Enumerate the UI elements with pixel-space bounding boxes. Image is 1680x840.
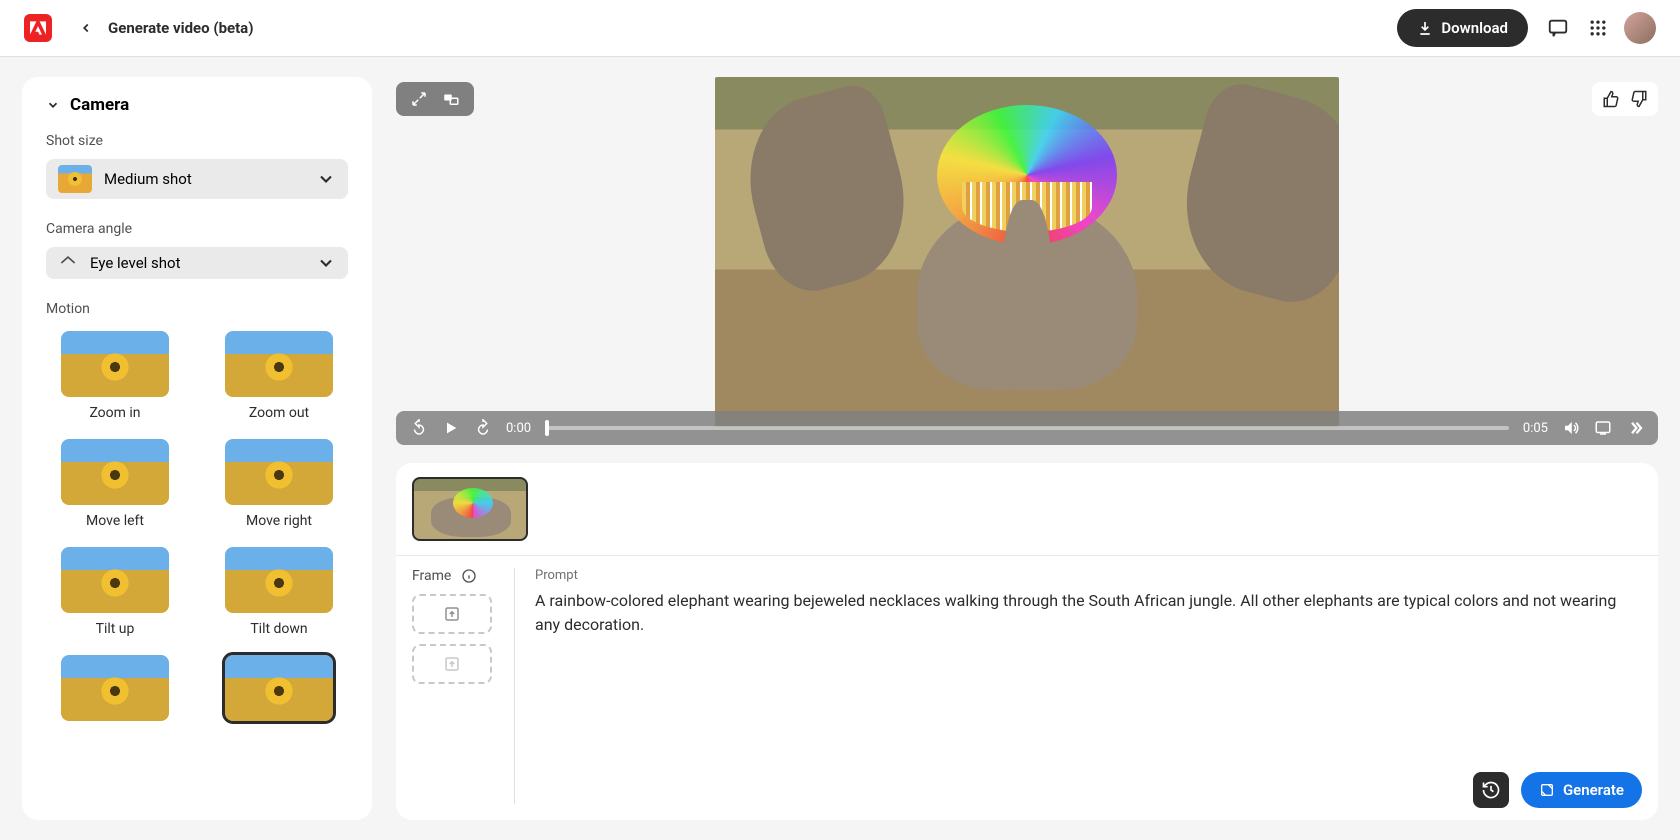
- duration-time: 0:05: [1523, 421, 1548, 436]
- volume-button[interactable]: [1562, 419, 1580, 437]
- page-title: Generate video (beta): [108, 19, 253, 37]
- current-time: 0:00: [506, 421, 531, 436]
- play-button[interactable]: [442, 419, 460, 437]
- more-button[interactable]: [1626, 419, 1644, 437]
- comment-icon: [1547, 17, 1569, 39]
- motion-tilt-up[interactable]: Tilt up: [46, 547, 184, 637]
- timeline-thumbnail[interactable]: [412, 477, 528, 541]
- user-avatar[interactable]: [1624, 12, 1656, 44]
- frame-column: Frame: [412, 568, 494, 804]
- adobe-logo[interactable]: [24, 14, 52, 42]
- generate-icon: [1539, 782, 1555, 798]
- sidebar-section-toggle[interactable]: Camera: [46, 95, 348, 115]
- skip-forward-button[interactable]: [474, 419, 492, 437]
- shot-size-label: Shot size: [46, 133, 348, 149]
- camera-angle-label: Camera angle: [46, 221, 348, 237]
- skip-back-button[interactable]: [410, 419, 428, 437]
- divider: [514, 568, 515, 804]
- apps-grid-icon: [1588, 18, 1608, 38]
- cast-button[interactable]: [1594, 419, 1612, 437]
- apps-button[interactable]: [1584, 14, 1612, 42]
- chevron-down-icon: [316, 253, 336, 273]
- chevron-left-icon: [79, 21, 93, 35]
- thumbs-up-button[interactable]: [1602, 90, 1620, 108]
- motion-option-8[interactable]: [210, 655, 348, 729]
- last-frame-slot[interactable]: [412, 644, 492, 684]
- history-button[interactable]: [1473, 772, 1509, 808]
- camera-sidebar: Camera Shot size Medium shot Camera angl…: [22, 77, 372, 820]
- first-frame-slot[interactable]: [412, 594, 492, 634]
- upload-icon: [443, 605, 461, 623]
- comment-button[interactable]: [1544, 14, 1572, 42]
- camera-angle-dropdown[interactable]: Eye level shot: [46, 247, 348, 279]
- upload-icon: [443, 655, 461, 673]
- motion-tilt-down[interactable]: Tilt down: [210, 547, 348, 637]
- shot-size-dropdown[interactable]: Medium shot: [46, 159, 348, 199]
- video-preview-area: 0:00 0:05: [396, 77, 1658, 445]
- motion-option-7[interactable]: [46, 655, 184, 729]
- prompt-label: Prompt: [535, 568, 1642, 583]
- history-icon: [1481, 780, 1501, 800]
- prompt-column: Prompt A rainbow-colored elephant wearin…: [535, 568, 1642, 804]
- generate-button-label: Generate: [1563, 781, 1624, 799]
- video-frame[interactable]: [715, 77, 1339, 427]
- generate-button[interactable]: Generate: [1521, 772, 1642, 808]
- video-playback-bar: 0:00 0:05: [396, 411, 1658, 445]
- expand-button[interactable]: [410, 90, 428, 108]
- info-icon[interactable]: [461, 568, 477, 584]
- motion-grid: Zoom in Zoom out Move left Move right Ti…: [46, 331, 348, 729]
- prompt-panel: Frame Prompt A rainbow-colored elephant …: [396, 463, 1658, 820]
- thumbs-down-button[interactable]: [1630, 90, 1648, 108]
- shot-size-value: Medium shot: [104, 170, 304, 188]
- camera-angle-value: Eye level shot: [90, 254, 304, 272]
- chevron-down-icon: [316, 169, 336, 189]
- adobe-logo-icon: [30, 20, 46, 36]
- motion-move-left[interactable]: Move left: [46, 439, 184, 529]
- angle-icon: [58, 253, 78, 273]
- shot-size-thumb: [58, 165, 92, 193]
- timeline-row: [396, 463, 1658, 556]
- sidebar-title: Camera: [70, 95, 129, 115]
- main-area: 0:00 0:05 Frame: [396, 77, 1658, 820]
- chevron-down-icon: [46, 98, 60, 112]
- frame-label: Frame: [412, 568, 451, 584]
- app-header: Generate video (beta) Download: [0, 0, 1680, 57]
- motion-zoom-in[interactable]: Zoom in: [46, 331, 184, 421]
- download-icon: [1417, 20, 1433, 36]
- prompt-text[interactable]: A rainbow-colored elephant wearing bejew…: [535, 589, 1642, 637]
- progress-bar[interactable]: [545, 426, 1509, 430]
- motion-move-right[interactable]: Move right: [210, 439, 348, 529]
- motion-label: Motion: [46, 301, 348, 317]
- download-button[interactable]: Download: [1397, 9, 1528, 47]
- download-button-label: Download: [1441, 19, 1508, 37]
- video-view-controls: [396, 82, 474, 116]
- back-button[interactable]: [72, 14, 100, 42]
- compare-button[interactable]: [442, 90, 460, 108]
- motion-zoom-out[interactable]: Zoom out: [210, 331, 348, 421]
- feedback-controls: [1592, 82, 1658, 116]
